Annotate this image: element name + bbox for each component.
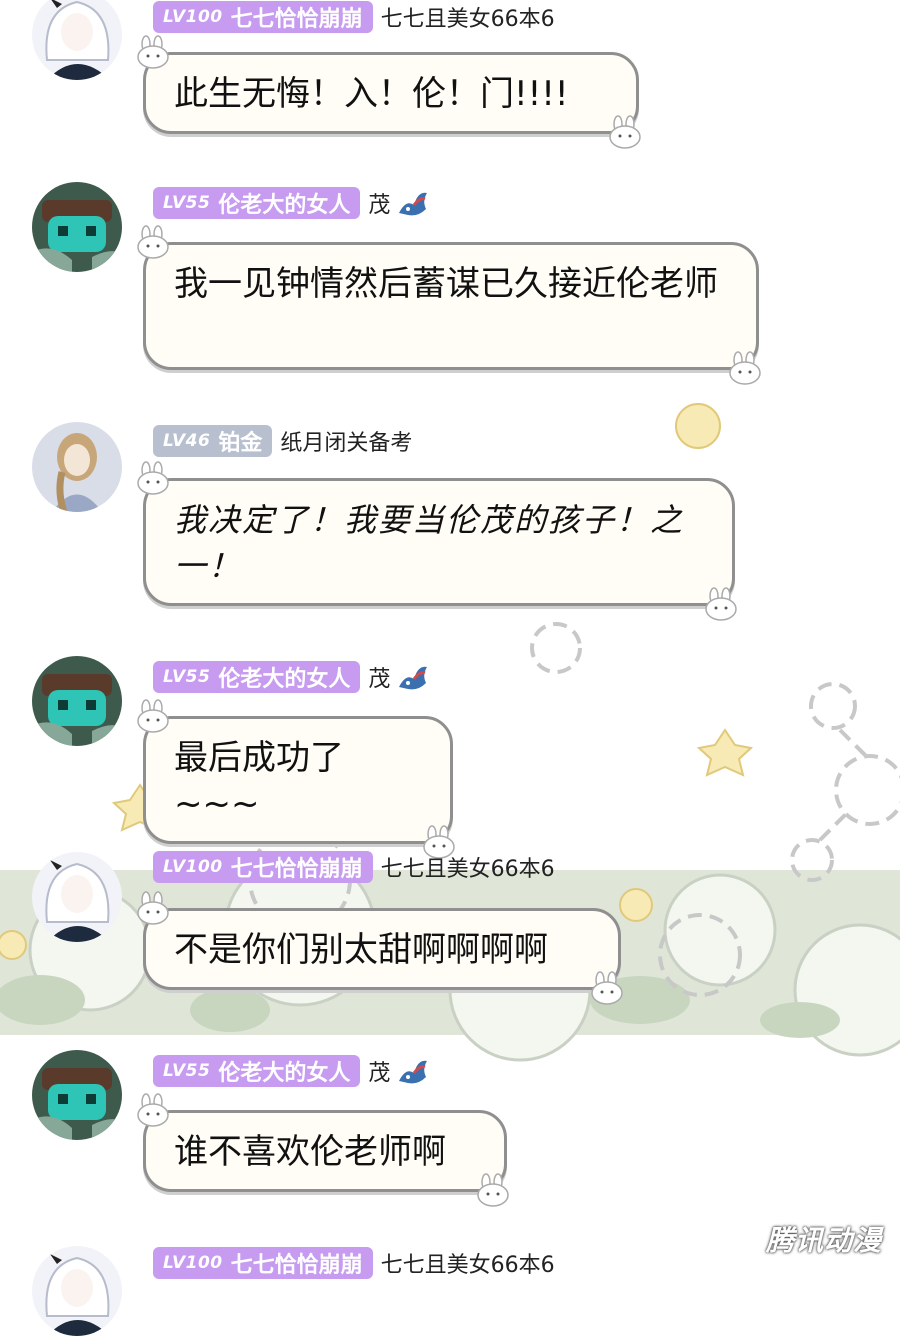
bunny-sticker-icon	[702, 587, 742, 621]
avatar[interactable]	[32, 656, 122, 746]
bunny-sticker-icon	[134, 461, 174, 495]
level-badge[interactable]: LV55 伦老大的女人	[153, 187, 361, 219]
user-title: 茂	[368, 1061, 391, 1086]
message-text: 不是你们别太甜啊啊啊啊	[174, 930, 548, 970]
message-text: 我一见钟情然后蓄谋已久接近伦老师	[174, 264, 718, 304]
message-bubble[interactable]: 最后成功了~~~	[137, 699, 455, 859]
user-title: 纸月闭关备考	[280, 431, 413, 456]
username: 七七恰恰崩崩	[230, 7, 363, 32]
bunny-sticker-icon	[134, 1093, 174, 1127]
dragon-pet-icon	[399, 1060, 428, 1084]
bunny-sticker-icon	[134, 225, 174, 259]
username: 伦老大的女人	[218, 1061, 351, 1086]
user-header: LV55 伦老大的女人茂	[153, 186, 430, 220]
message-bubble[interactable]: 此生无悔！入！伦！门!!!!	[137, 35, 641, 149]
level-label: LV100	[163, 1253, 223, 1273]
level-badge[interactable]: LV46 铂金	[153, 425, 273, 457]
user-header: LV46 铂金 纸月闭关备考	[153, 424, 412, 458]
user-title: 七七且美女66本6	[380, 857, 555, 882]
user-title: 七七且美女66本6	[380, 1253, 555, 1278]
avatar[interactable]	[32, 422, 122, 512]
message-text: 我决定了！我要当伦茂的孩子！之一！	[174, 501, 685, 585]
username: 伦老大的女人	[218, 193, 351, 218]
bunny-sticker-icon	[606, 115, 646, 149]
user-title: 茂	[368, 667, 391, 692]
user-title: 茂	[368, 193, 391, 218]
level-label: LV100	[163, 857, 223, 877]
level-badge[interactable]: LV100 七七恰恰崩崩	[153, 1247, 373, 1279]
message-text: 谁不喜欢伦老师啊	[174, 1132, 446, 1172]
bunny-sticker-icon	[588, 971, 628, 1005]
level-label: LV55	[163, 193, 211, 213]
bunny-sticker-icon	[134, 891, 174, 925]
watermark: 腾讯动漫	[765, 1224, 882, 1257]
username: 七七恰恰崩崩	[230, 1253, 363, 1278]
level-label: LV46	[163, 431, 211, 451]
bunny-sticker-icon	[134, 35, 174, 69]
bunny-sticker-icon	[726, 351, 766, 385]
avatar[interactable]	[32, 182, 122, 272]
user-header: LV55 伦老大的女人茂	[153, 1054, 430, 1088]
user-header: LV100 七七恰恰崩崩 七七且美女66本6	[153, 0, 555, 34]
avatar[interactable]	[32, 1050, 122, 1140]
user-header: LV100 七七恰恰崩崩 七七且美女66本6	[153, 850, 555, 884]
message-text: 最后成功了~~~	[174, 738, 344, 824]
level-label: LV100	[163, 7, 223, 27]
username: 铂金	[218, 431, 263, 456]
bunny-sticker-icon	[134, 699, 174, 733]
avatar[interactable]	[32, 852, 122, 942]
dragon-pet-icon	[399, 192, 428, 216]
username: 七七恰恰崩崩	[230, 857, 363, 882]
level-badge[interactable]: LV55 伦老大的女人	[153, 661, 361, 693]
bunny-sticker-icon	[474, 1173, 514, 1207]
level-badge[interactable]: LV55 伦老大的女人	[153, 1055, 361, 1087]
user-header: LV55 伦老大的女人茂	[153, 660, 430, 694]
user-header: LV100 七七恰恰崩崩 七七且美女66本6	[153, 1246, 555, 1280]
avatar[interactable]	[32, 1246, 122, 1336]
dragon-pet-icon	[399, 666, 428, 690]
message-text: 此生无悔！入！伦！门!!!!	[174, 74, 569, 114]
username: 伦老大的女人	[218, 667, 351, 692]
level-badge[interactable]: LV100 七七恰恰崩崩	[153, 851, 373, 883]
user-title: 七七且美女66本6	[380, 7, 555, 32]
level-badge[interactable]: LV100 七七恰恰崩崩	[153, 1, 373, 33]
level-label: LV55	[163, 667, 211, 687]
message-bubble[interactable]: 我一见钟情然后蓄谋已久接近伦老师	[137, 225, 761, 385]
message-bubble[interactable]: 不是你们别太甜啊啊啊啊	[137, 891, 623, 1005]
level-label: LV55	[163, 1061, 211, 1081]
message-bubble[interactable]: 我决定了！我要当伦茂的孩子！之一！	[137, 461, 737, 621]
message-bubble[interactable]: 谁不喜欢伦老师啊	[137, 1093, 509, 1207]
